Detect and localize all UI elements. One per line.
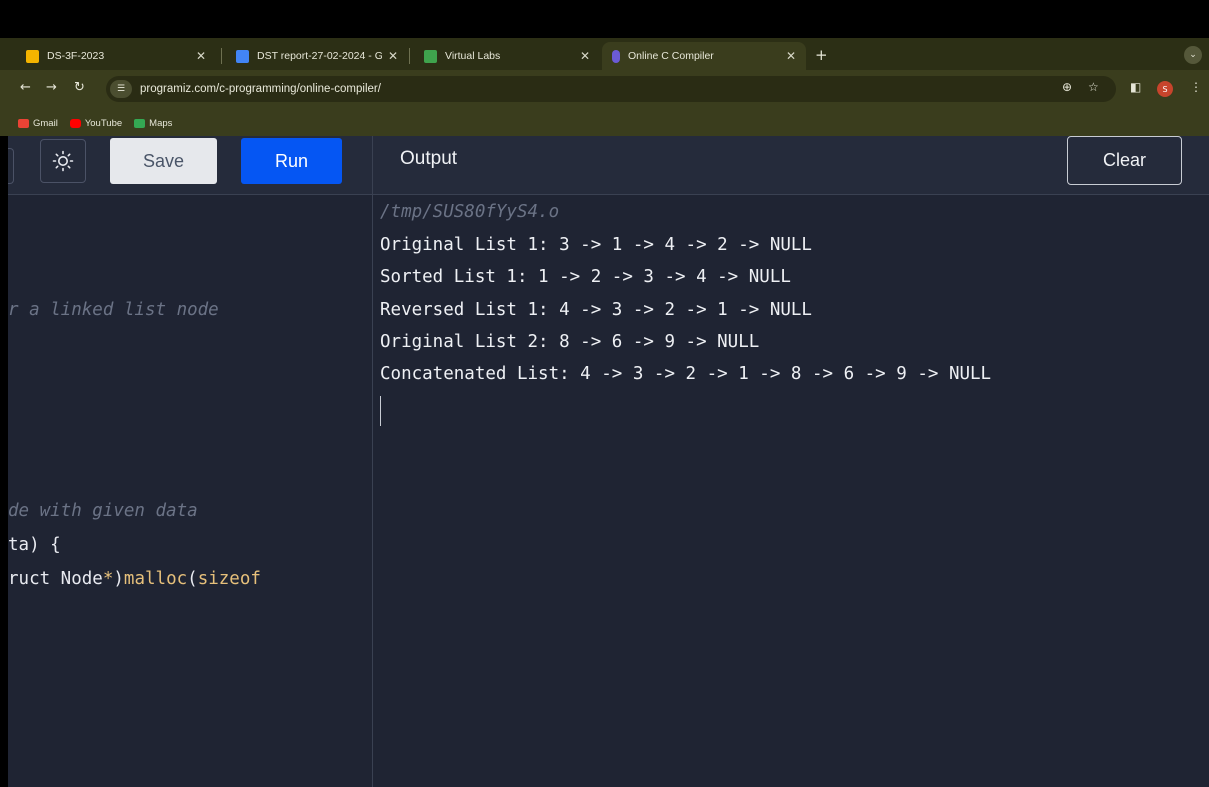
tab-online-c-compiler[interactable]: Online C Compiler ✕	[602, 42, 806, 70]
save-button[interactable]: Save	[110, 138, 217, 184]
bookmark-maps[interactable]: Maps	[134, 118, 172, 129]
output-title: Output	[400, 148, 458, 169]
output-line: Sorted List 1: 1 -> 2 -> 3 -> 4 -> NULL	[380, 267, 791, 287]
tab-strip: DS-3F-2023 ✕ DST report-27-02-2024 - Go …	[0, 38, 1209, 70]
programiz-favicon-icon	[612, 49, 620, 63]
new-tab-plus-icon[interactable]: +	[815, 46, 828, 64]
side-panel-icon[interactable]: ◧	[1130, 80, 1141, 94]
code-line: ruct Node*)malloc(sizeof	[8, 569, 261, 589]
more-menu-icon[interactable]: ⋮	[1190, 80, 1202, 94]
maps-icon	[134, 118, 146, 128]
compiler-toolbar: Save Run Output Clear	[8, 136, 1209, 195]
docs-favicon-icon	[236, 49, 249, 63]
bookmarks-bar: Gmail YouTube Maps	[0, 110, 1209, 136]
compiler-app: Save Run Output Clear r a linked list no…	[8, 136, 1209, 787]
code-line: de with given data	[8, 501, 198, 521]
browser-chrome: DS-3F-2023 ✕ DST report-27-02-2024 - Go …	[0, 38, 1209, 136]
zoom-icon[interactable]: ⊕	[1062, 80, 1072, 94]
clear-button[interactable]: Clear	[1067, 136, 1182, 185]
text-cursor	[380, 396, 381, 426]
output-binary-path: /tmp/SUS80fYyS4.o	[380, 202, 560, 222]
output-panel[interactable]: /tmp/SUS80fYyS4.o Original List 1: 3 -> …	[380, 196, 1200, 787]
tab-ds-3f-2023[interactable]: DS-3F-2023 ✕	[16, 42, 216, 70]
file-menu-button-edge[interactable]	[8, 148, 14, 184]
tab-separator	[409, 48, 410, 64]
gmail-icon	[18, 118, 29, 128]
reload-icon[interactable]: ↻	[74, 80, 85, 95]
code-editor[interactable]: r a linked list node de with given data …	[8, 196, 372, 787]
site-info-icon[interactable]: ☰	[110, 80, 132, 98]
output-line: Original List 2: 8 -> 6 -> 9 -> NULL	[380, 332, 760, 352]
theme-toggle-button[interactable]	[40, 139, 86, 183]
close-tab-icon[interactable]: ✕	[580, 49, 590, 63]
panel-divider[interactable]	[372, 136, 373, 787]
bookmark-youtube[interactable]: YouTube	[69, 118, 122, 129]
virtual-labs-favicon-icon	[424, 49, 437, 63]
profile-avatar[interactable]: S	[1157, 81, 1173, 97]
code-token: malloc	[123, 569, 188, 589]
output-line: Reversed List 1: 4 -> 3 -> 2 -> 1 -> NUL…	[380, 300, 812, 320]
navigation-bar: ← → ↻ ☰ programiz.com/c-programming/onli…	[0, 70, 1209, 108]
close-tab-icon[interactable]: ✕	[388, 49, 398, 63]
code-token: *	[102, 569, 114, 589]
code-line: ta) {	[8, 535, 61, 555]
address-bar[interactable]: ☰ programiz.com/c-programming/online-com…	[106, 76, 1116, 102]
url-text: programiz.com/c-programming/online-compi…	[140, 83, 381, 95]
code-token: ruct Node	[8, 569, 103, 589]
slides-favicon-icon	[26, 49, 39, 63]
youtube-icon	[69, 118, 81, 128]
output-line: Original List 1: 3 -> 1 -> 4 -> 2 -> NUL…	[380, 235, 812, 255]
bookmark-star-icon[interactable]: ☆	[1088, 80, 1099, 94]
run-button[interactable]: Run	[241, 138, 342, 184]
screen-top-bar	[0, 0, 1209, 38]
tab-dst-report[interactable]: DST report-27-02-2024 - Go ✕	[226, 42, 408, 70]
output-line: Concatenated List: 4 -> 3 -> 2 -> 1 -> 8…	[380, 364, 992, 384]
tab-search-chevron-icon[interactable]: ⌄	[1184, 46, 1202, 64]
bookmark-gmail[interactable]: Gmail	[18, 118, 58, 129]
close-tab-icon[interactable]: ✕	[196, 49, 206, 63]
tab-separator	[221, 48, 222, 64]
tab-virtual-labs[interactable]: Virtual Labs ✕	[414, 42, 600, 70]
back-arrow-icon[interactable]: ←	[20, 80, 31, 95]
sun-icon	[52, 150, 74, 172]
code-token: sizeof	[197, 569, 261, 589]
code-token: )	[113, 569, 124, 589]
forward-arrow-icon[interactable]: →	[46, 80, 57, 95]
code-line: r a linked list node	[8, 300, 219, 320]
code-token: (	[187, 569, 198, 589]
close-tab-icon[interactable]: ✕	[786, 49, 796, 63]
